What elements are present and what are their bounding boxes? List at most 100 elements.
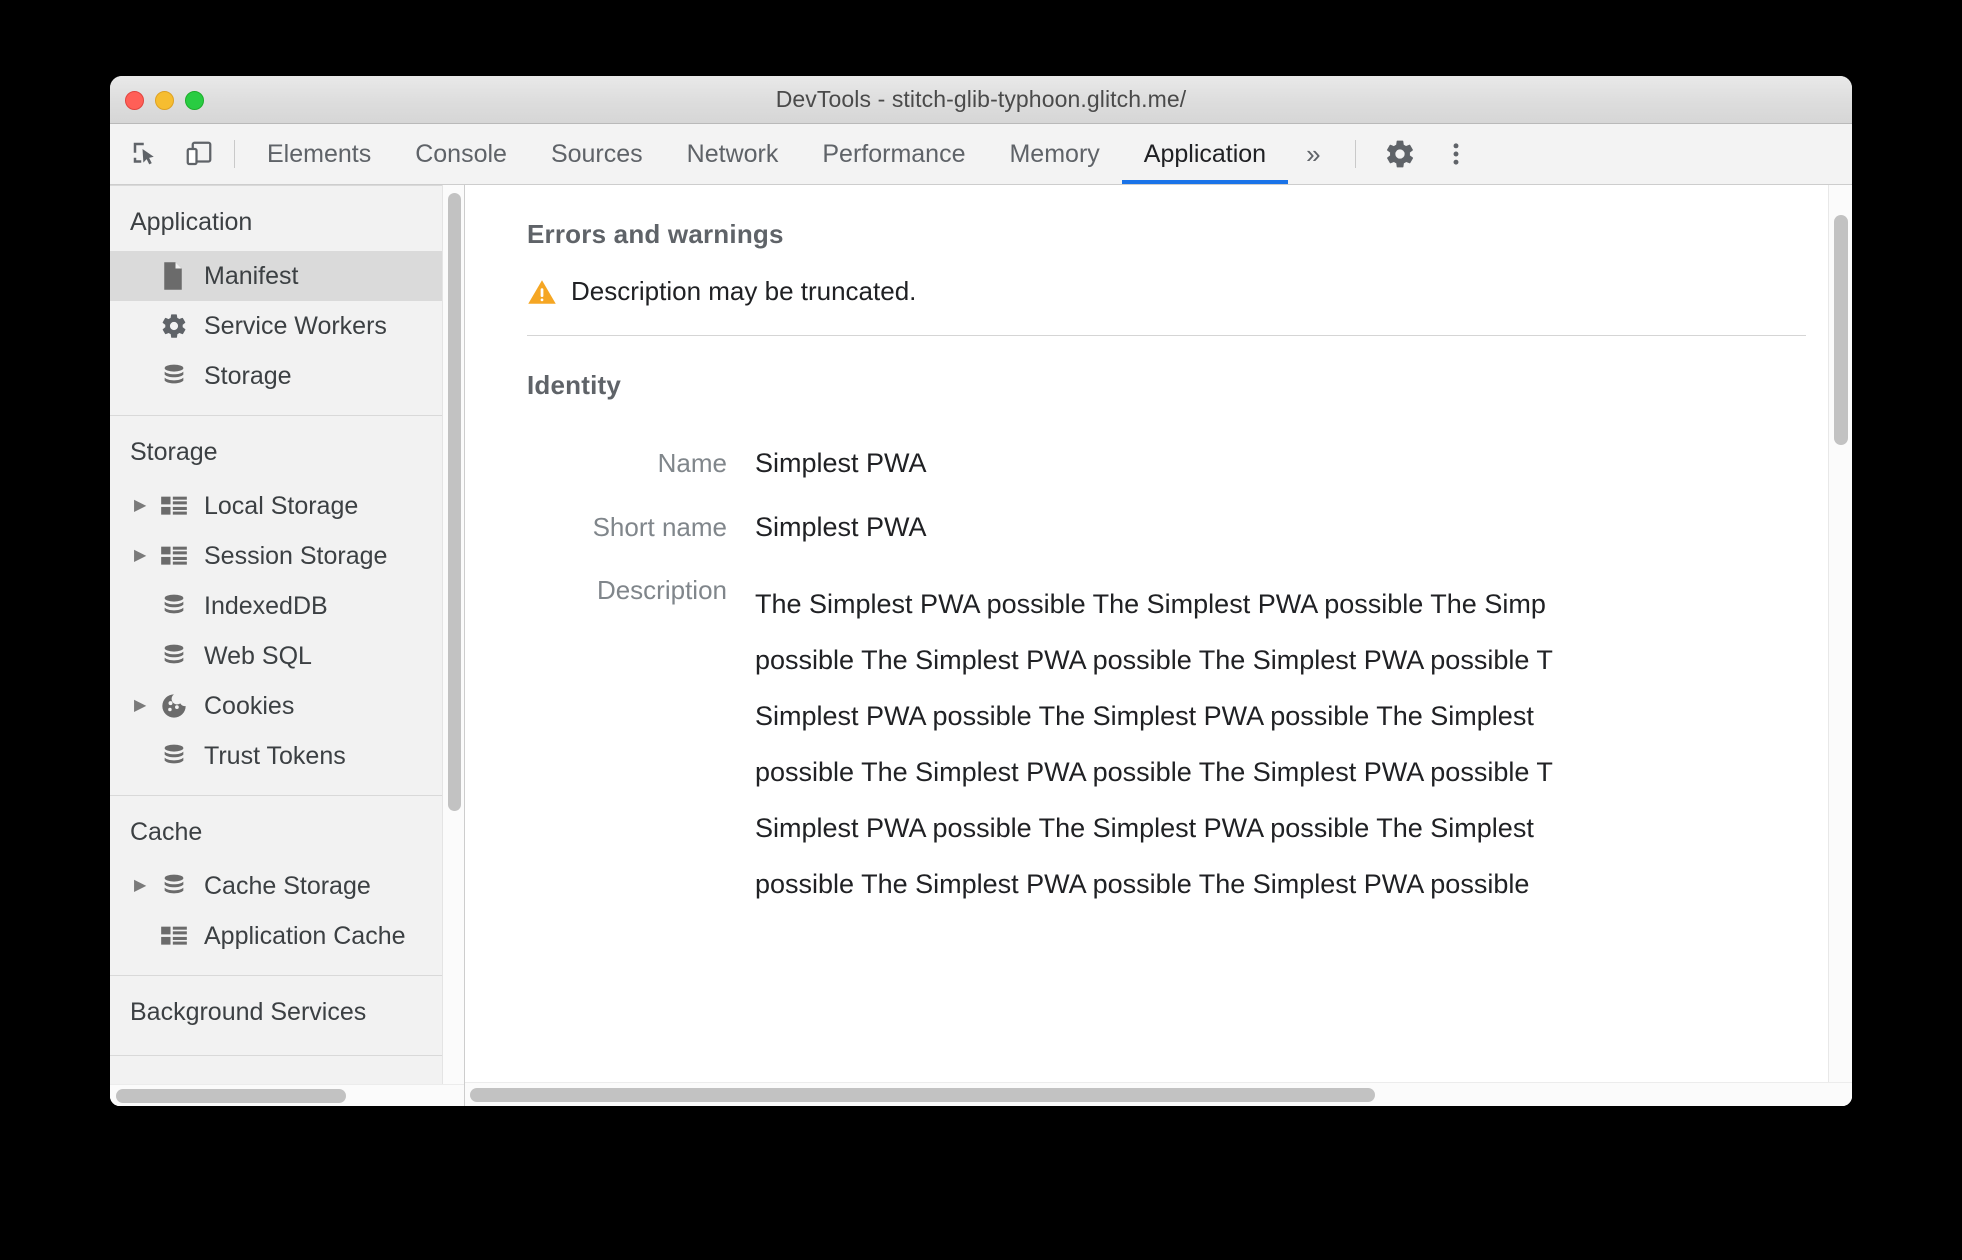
toolbar-divider bbox=[234, 140, 235, 168]
sidebar-item-application-cache[interactable]: Application Cache bbox=[110, 911, 452, 961]
tab-console[interactable]: Console bbox=[393, 124, 529, 184]
field-value[interactable]: The Simplest PWA possible The Simplest P… bbox=[755, 576, 1806, 912]
panel-tabs: Elements Console Sources Network Perform… bbox=[245, 124, 1339, 184]
expand-triangle-icon[interactable]: ▶ bbox=[134, 698, 160, 714]
sidebar-group-title: Background Services bbox=[130, 998, 367, 1026]
sidebar-vertical-scrollbar[interactable] bbox=[442, 185, 464, 1084]
close-window-button[interactable] bbox=[125, 90, 144, 110]
device-toolbar-button[interactable] bbox=[172, 124, 226, 184]
sidebar-item-local-storage[interactable]: ▶ Local Storage bbox=[110, 481, 452, 531]
section-heading: Errors and warnings bbox=[527, 219, 784, 249]
tab-application[interactable]: Application bbox=[1121, 124, 1289, 184]
database-icon bbox=[160, 362, 198, 390]
table-icon bbox=[160, 495, 198, 517]
database-icon bbox=[160, 872, 198, 900]
sidebar-group-title: Storage bbox=[130, 438, 218, 466]
more-options-button[interactable] bbox=[1428, 124, 1484, 184]
minimize-window-button[interactable] bbox=[155, 90, 174, 110]
application-sidebar: Application Manifest Service Workers Sto… bbox=[110, 185, 465, 1106]
description-line: Simplest PWA possible The Simplest PWA p… bbox=[755, 701, 1534, 732]
description-line: The Simplest PWA possible The Simplest P… bbox=[755, 589, 1546, 620]
tab-performance[interactable]: Performance bbox=[800, 124, 987, 184]
section-heading: Identity bbox=[527, 370, 622, 400]
sidebar-item-web-sql[interactable]: Web SQL bbox=[110, 631, 452, 681]
sidebar-scroll-area: Application Manifest Service Workers Sto… bbox=[110, 185, 452, 1084]
sidebar-item-label: Storage bbox=[204, 361, 292, 390]
gear-icon bbox=[160, 312, 198, 340]
tab-network[interactable]: Network bbox=[665, 124, 801, 184]
chevron-double-right-icon: » bbox=[1306, 138, 1321, 169]
tab-label: Performance bbox=[822, 139, 966, 168]
sidebar-item-indexeddb[interactable]: IndexedDB bbox=[110, 581, 452, 631]
database-icon bbox=[160, 742, 198, 770]
cookie-icon bbox=[160, 692, 198, 720]
inspect-element-icon bbox=[133, 142, 154, 165]
sidebar-item-trust-tokens[interactable]: Trust Tokens bbox=[110, 731, 452, 781]
sidebar-item-cookies[interactable]: ▶ Cookies bbox=[110, 681, 452, 731]
main-horizontal-scroll-thumb[interactable] bbox=[470, 1088, 1375, 1102]
tab-label: Memory bbox=[1009, 139, 1100, 168]
sidebar-item-service-workers[interactable]: Service Workers bbox=[110, 301, 452, 351]
description-line: possible The Simplest PWA possible The S… bbox=[755, 757, 1553, 788]
sidebar-group-background-services: Background Services bbox=[110, 976, 452, 1056]
tab-memory[interactable]: Memory bbox=[987, 124, 1121, 184]
sidebar-item-label: Application Cache bbox=[204, 921, 406, 950]
sidebar-vertical-scroll-thumb[interactable] bbox=[448, 193, 461, 811]
sidebar-item-manifest[interactable]: Manifest bbox=[110, 251, 452, 301]
sidebar-horizontal-scrollbar[interactable] bbox=[110, 1084, 464, 1106]
tab-label: Network bbox=[686, 139, 779, 168]
database-icon bbox=[160, 592, 198, 620]
sidebar-item-cache-storage[interactable]: ▶ Cache Storage bbox=[110, 861, 452, 911]
identity-section: Identity Name Simplest PWA Short name Si… bbox=[527, 336, 1806, 940]
zoom-window-button[interactable] bbox=[185, 90, 204, 110]
database-icon bbox=[160, 642, 198, 670]
field-label: Short name bbox=[592, 511, 727, 542]
field-description: Description The Simplest PWA possible Th… bbox=[527, 576, 1806, 912]
expand-triangle-icon[interactable]: ▶ bbox=[134, 498, 160, 514]
sidebar-group-application: Application Manifest Service Workers Sto… bbox=[110, 185, 452, 416]
tab-sources[interactable]: Sources bbox=[529, 124, 665, 184]
sidebar-item-label: IndexedDB bbox=[204, 591, 328, 620]
traffic-light-group bbox=[125, 76, 204, 124]
manifest-panel: Errors and warnings Description may be t… bbox=[465, 185, 1852, 1106]
field-name: Name Simplest PWA bbox=[527, 448, 1806, 479]
description-line: possible The Simplest PWA possible The S… bbox=[755, 645, 1553, 676]
tab-label: Console bbox=[415, 139, 507, 168]
field-value[interactable]: Simplest PWA bbox=[755, 448, 927, 479]
window-titlebar: DevTools - stitch-glib-typhoon.glitch.me… bbox=[110, 76, 1852, 124]
gear-icon bbox=[1386, 140, 1413, 168]
sidebar-item-label: Cookies bbox=[204, 691, 295, 720]
warning-triangle-icon bbox=[528, 279, 556, 304]
tab-elements[interactable]: Elements bbox=[245, 124, 393, 184]
sidebar-item-session-storage[interactable]: ▶ Session Storage bbox=[110, 531, 452, 581]
inspect-element-button[interactable] bbox=[118, 124, 172, 184]
tab-label: Application bbox=[1143, 139, 1267, 168]
more-tabs-button[interactable]: » bbox=[1288, 124, 1338, 184]
main-vertical-scroll-thumb[interactable] bbox=[1834, 215, 1848, 445]
main-vertical-scrollbar[interactable] bbox=[1828, 185, 1852, 1082]
sidebar-group-cache: Cache ▶ Cache Storage Application Cache bbox=[110, 796, 452, 976]
sidebar-group-storage: Storage ▶ Local Storage ▶ Session Storag… bbox=[110, 416, 452, 796]
sidebar-horizontal-scroll-thumb[interactable] bbox=[116, 1089, 346, 1103]
sidebar-item-label: Local Storage bbox=[204, 491, 359, 520]
sidebar-item-label: Cache Storage bbox=[204, 871, 371, 900]
sidebar-item-storage[interactable]: Storage bbox=[110, 351, 452, 401]
warning-message: Description may be truncated. bbox=[571, 276, 917, 306]
tab-label: Sources bbox=[550, 139, 643, 168]
table-icon bbox=[160, 925, 198, 947]
description-line: possible The Simplest PWA possible The S… bbox=[755, 869, 1530, 900]
device-toolbar-icon bbox=[186, 141, 212, 166]
toolbar-divider-right bbox=[1354, 140, 1356, 168]
expand-triangle-icon[interactable]: ▶ bbox=[134, 878, 160, 894]
sidebar-item-label: Web SQL bbox=[204, 641, 312, 670]
devtools-body: Application Manifest Service Workers Sto… bbox=[110, 185, 1852, 1106]
settings-button[interactable] bbox=[1372, 124, 1428, 184]
manifest-content: Errors and warnings Description may be t… bbox=[465, 185, 1828, 940]
field-label: Name bbox=[657, 448, 727, 478]
sidebar-item-label: Session Storage bbox=[204, 541, 388, 570]
field-value[interactable]: Simplest PWA bbox=[755, 512, 927, 543]
main-horizontal-scrollbar[interactable] bbox=[465, 1082, 1852, 1106]
expand-triangle-icon[interactable]: ▶ bbox=[134, 548, 160, 564]
tab-label: Elements bbox=[267, 139, 372, 168]
